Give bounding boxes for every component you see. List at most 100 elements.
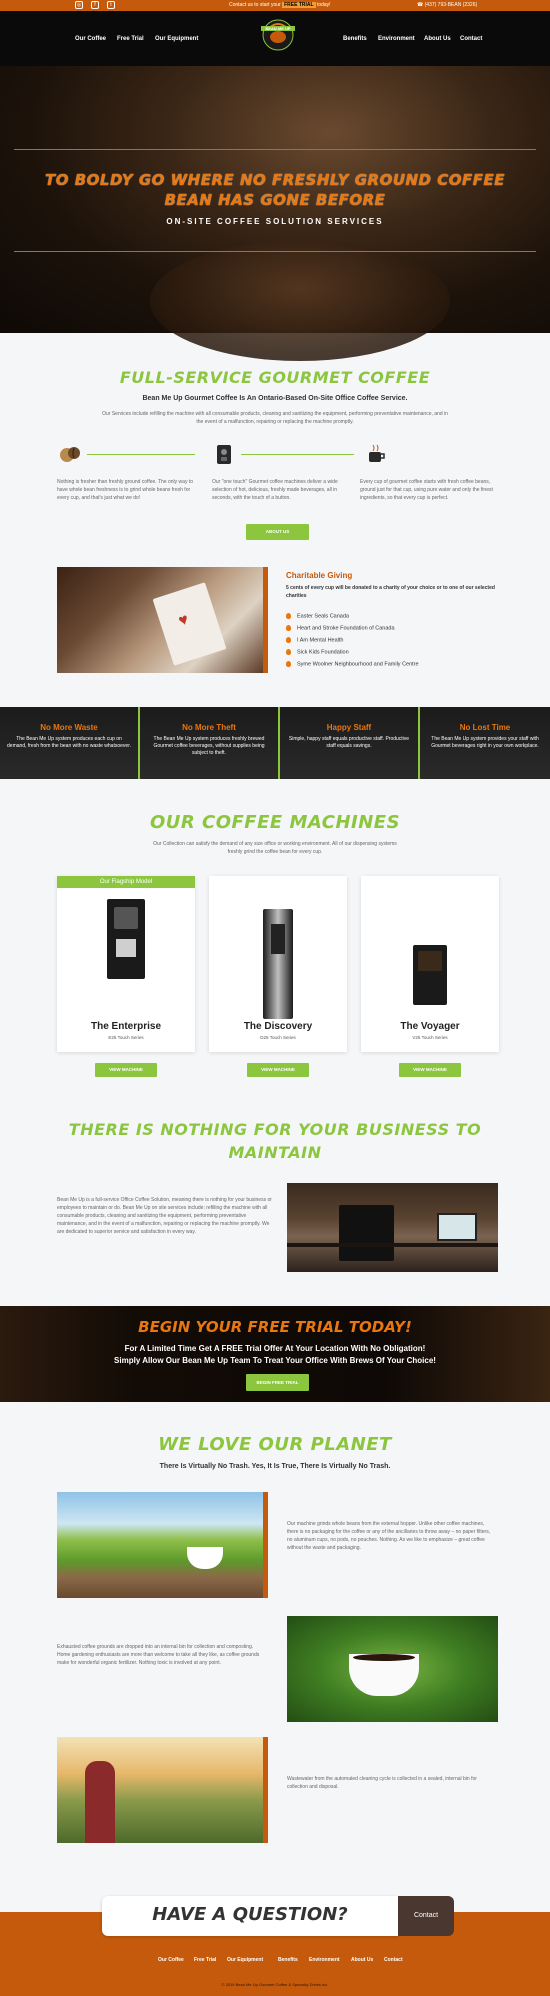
farmer-field-image bbox=[57, 1737, 268, 1843]
farmer-graphic bbox=[85, 1761, 115, 1843]
planet-subtitle: There Is Virtually No Trash. Yes, It Is … bbox=[159, 1463, 391, 1470]
view-machine-voyager-button[interactable]: VIEW MACHINE bbox=[399, 1063, 461, 1077]
hero-top-rule bbox=[14, 149, 536, 150]
benefit-title: Happy Staff bbox=[326, 723, 372, 732]
bean-bullet-icon bbox=[286, 649, 291, 655]
nav-free-trial[interactable]: Free Trial bbox=[117, 36, 144, 42]
hills-coffee-image bbox=[57, 1492, 268, 1598]
machine-card-enterprise[interactable]: The Enterprise E25 Touch Series bbox=[57, 876, 195, 1052]
coffee-cup-graphic bbox=[150, 241, 450, 361]
view-machine-discovery-button[interactable]: VIEW MACHINE bbox=[247, 1063, 309, 1077]
bean-bullet-icon bbox=[286, 613, 291, 619]
coffee-beans-icon bbox=[60, 447, 80, 462]
machine-series: V25 Touch Series bbox=[412, 1035, 448, 1040]
charity-item-label: Syme Woolner Neighbourhood and Family Ce… bbox=[297, 661, 419, 668]
benefit-text: The Bean Me Up system produces each cup … bbox=[7, 736, 131, 749]
footer-link-environment[interactable]: Environment bbox=[309, 1957, 340, 1963]
cup-graphic bbox=[187, 1547, 223, 1569]
footer-link-our-coffee[interactable]: Our Coffee bbox=[158, 1957, 184, 1963]
phone-text: (437) 793-BEAN (2326) bbox=[424, 2, 478, 8]
contact-button[interactable]: Contact bbox=[398, 1896, 454, 1936]
machine-name: The Voyager bbox=[400, 1021, 460, 1032]
page: { "topbar": { "social": ["instagram-icon… bbox=[0, 0, 550, 1996]
hero: To Boldy Go Where No Freshly Ground Coff… bbox=[0, 66, 550, 361]
charity-lead: 5 cents of every cup will be donated to … bbox=[286, 585, 495, 599]
machine-card-discovery[interactable]: The Discovery D25 Touch Series bbox=[209, 876, 347, 1052]
nav-benefits[interactable]: Benefits bbox=[343, 36, 367, 42]
planet-text-3: Wastewater from the automated cleaning c… bbox=[287, 1776, 477, 1790]
feature-text-1: Nothing is fresher than freshly ground c… bbox=[57, 479, 194, 501]
footer-link-contact[interactable]: Contact bbox=[384, 1957, 403, 1963]
machine-series: D25 Touch Series bbox=[260, 1035, 296, 1040]
footer-link-our-equipment[interactable]: Our Equipment bbox=[227, 1957, 263, 1963]
discovery-machine-image bbox=[263, 909, 293, 1019]
bean-bullet-icon bbox=[286, 637, 291, 643]
service-title: Full-Service Gourmet Coffee bbox=[119, 368, 431, 387]
benefit-no-lost-time: No Lost Time The Bean Me Up system provi… bbox=[420, 707, 550, 779]
coffee-plant-image bbox=[287, 1616, 498, 1722]
benefit-title: No Lost Time bbox=[459, 723, 511, 732]
bean-bullet-icon bbox=[286, 625, 291, 631]
top-bar: ◎ f t Contact us to start your FREE TRIA… bbox=[0, 0, 550, 11]
trial-line-1: For A Limited Time Get A FREE Trial Offe… bbox=[124, 1344, 426, 1353]
benefit-happy-staff: Happy Staff Simple, happy staff equals p… bbox=[280, 707, 418, 779]
view-machine-enterprise-button[interactable]: VIEW MACHINE bbox=[95, 1063, 157, 1077]
nav-about-us[interactable]: About Us bbox=[424, 36, 451, 42]
list-item: Syme Woolner Neighbourhood and Family Ce… bbox=[286, 661, 419, 667]
benefit-title: No More Waste bbox=[40, 723, 98, 732]
footer-link-free-trial[interactable]: Free Trial bbox=[194, 1957, 216, 1963]
charity-item-label: Heart and Stroke Foundation of Canada bbox=[297, 625, 395, 632]
nav-our-coffee[interactable]: Our Coffee bbox=[75, 36, 106, 42]
footer-link-about-us[interactable]: About Us bbox=[351, 1957, 373, 1963]
image-accent-bar bbox=[263, 1492, 268, 1598]
phone-number[interactable]: ☎ (437) 793-BEAN (2326) bbox=[417, 2, 477, 8]
enterprise-machine-image bbox=[107, 899, 145, 979]
question-box: Have A Question? bbox=[102, 1896, 398, 1936]
instagram-icon[interactable]: ◎ bbox=[75, 1, 83, 9]
trial-title: Begin Your Free Trial Today! bbox=[138, 1318, 412, 1336]
hero-title: To Boldy Go Where No Freshly Ground Coff… bbox=[45, 171, 505, 209]
flagship-badge: Our Flagship Model bbox=[57, 876, 195, 888]
promo-post: today! bbox=[316, 2, 331, 8]
charity-item-label: Sick Kids Foundation bbox=[297, 649, 349, 656]
feature-text-2: Our "one touch" Gourmet coffee machines … bbox=[212, 479, 338, 501]
trial-line-2: Simply Allow Our Bean Me Up Team To Trea… bbox=[114, 1356, 436, 1365]
benefit-text: Simple, happy staff equals productive st… bbox=[288, 736, 410, 749]
about-us-button[interactable]: ABOUT US bbox=[246, 524, 309, 540]
machine-card-voyager[interactable]: The Voyager V25 Touch Series bbox=[361, 876, 499, 1052]
list-item: I Am Mental Health bbox=[286, 637, 343, 643]
feature-divider bbox=[241, 454, 354, 455]
hero-subtitle: ON-SITE COFFEE SOLUTION SERVICES bbox=[166, 217, 384, 226]
logo-text: BEAN ME UP bbox=[265, 26, 290, 31]
maintain-text: Bean Me Up is a full-service Office Coff… bbox=[57, 1197, 272, 1235]
benefit-no-theft: No More Theft The Bean Me Up system prod… bbox=[140, 707, 278, 779]
benefit-text: The Bean Me Up system produces freshly b… bbox=[153, 736, 265, 756]
planet-text-1: Our machine grinds whole beans from the … bbox=[287, 1521, 491, 1551]
list-item: Sick Kids Foundation bbox=[286, 649, 349, 655]
nav-environment[interactable]: Environment bbox=[378, 36, 415, 42]
footer-link-benefits[interactable]: Benefits bbox=[278, 1957, 298, 1963]
charity-item-label: I Am Mental Health bbox=[297, 637, 344, 644]
nav-contact[interactable]: Contact bbox=[460, 36, 482, 42]
logo[interactable]: BEAN ME UP bbox=[255, 15, 301, 61]
image-accent-bar bbox=[263, 1737, 268, 1843]
service-description: Our Services include refilling the machi… bbox=[102, 411, 448, 425]
voyager-machine-image bbox=[413, 945, 447, 1005]
charity-image: ♥ bbox=[57, 567, 268, 673]
benefit-title: No More Theft bbox=[182, 723, 236, 732]
nav-our-equipment[interactable]: Our Equipment bbox=[155, 36, 198, 42]
facebook-icon[interactable]: f bbox=[91, 1, 99, 9]
machines-title: Our Coffee Machines bbox=[149, 812, 401, 833]
hero-bottom-rule bbox=[14, 251, 536, 252]
twitter-icon[interactable]: t bbox=[107, 1, 115, 9]
bean-bullet-icon bbox=[286, 661, 291, 667]
hot-cup-icon bbox=[369, 444, 385, 462]
promo-highlight[interactable]: FREE TRIAL bbox=[282, 2, 316, 8]
begin-free-trial-button[interactable]: BEGIN FREE TRIAL bbox=[246, 1374, 309, 1391]
promo-text: Contact us to start your FREE TRIAL toda… bbox=[229, 2, 331, 8]
maintain-title: There Is Nothing For Your Business To Ma… bbox=[68, 1120, 482, 1162]
header: Our Coffee Free Trial Our Equipment Bene… bbox=[0, 11, 550, 66]
planet-title: We Love Our Planet bbox=[158, 1434, 392, 1455]
social-links: ◎ f t bbox=[75, 1, 115, 9]
copyright: © 2019 Bean Me Up Gourmet Coffee & Speci… bbox=[221, 1982, 329, 1987]
